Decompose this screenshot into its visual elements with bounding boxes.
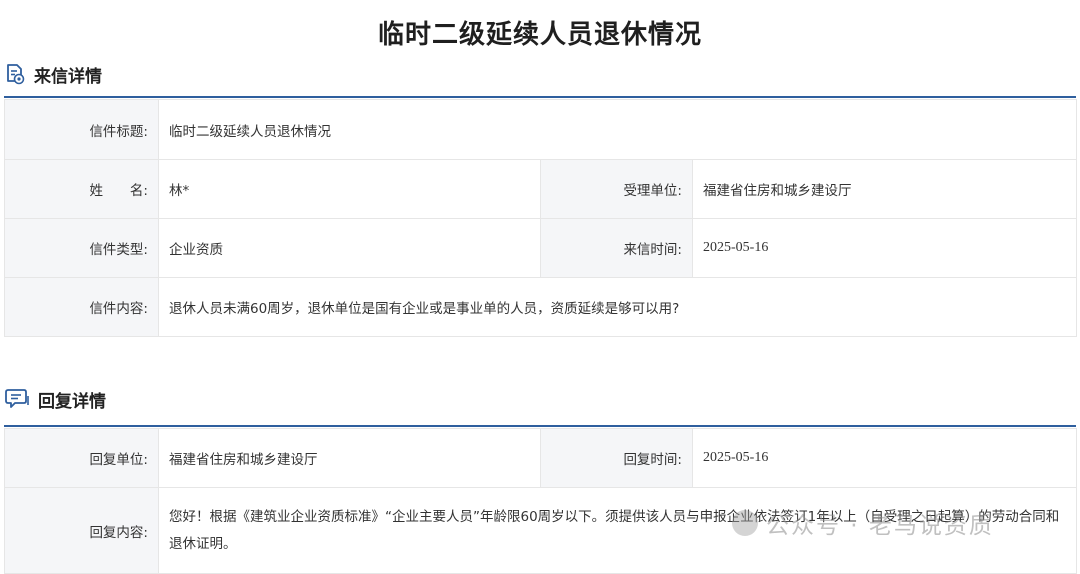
content-row: 信件内容: 退休人员未满60周岁，退休单位是国有企业或是事业单的人员，资质延续是… [4,277,1077,337]
name-unit-row: 姓 名: 林* 受理单位: 福建省住房和城乡建设厅 [4,159,1077,219]
reply-content-row: 回复内容: 您好！根据《建筑业企业资质标准》“企业主要人员”年龄限60周岁以下。… [4,487,1077,574]
letter-content-value: 退休人员未满60周岁，退休单位是国有企业或是事业单的人员，资质延续是够可以用? [158,277,1077,337]
reply-section-divider [4,425,1076,427]
accepting-unit-label: 受理单位: [540,159,693,219]
letter-content-label: 信件内容: [4,277,159,337]
reply-unit-time-row: 回复单位: 福建省住房和城乡建设厅 回复时间: 2025-05-16 [4,428,1077,488]
page-title: 临时二级延续人员退休情况 [377,20,702,50]
reply-time-label: 回复时间: [540,428,693,488]
letter-time-value: 2025-05-16 [692,218,1077,278]
letter-type-value: 企业资质 [158,218,541,278]
name-label: 姓 名: [4,159,159,219]
document-eye-icon [4,63,26,85]
chat-bubble-icon [4,387,30,411]
reply-content-label: 回复内容: [4,487,159,574]
type-time-row: 信件类型: 企业资质 来信时间: 2025-05-16 [4,218,1077,278]
letter-time-label: 来信时间: [540,218,693,278]
letter-section-title: 来信详情 [34,66,102,87]
accepting-unit-value: 福建省住房和城乡建设厅 [692,159,1077,219]
letter-section-header: 来信详情 [4,60,102,88]
reply-unit-value: 福建省住房和城乡建设厅 [158,428,541,488]
subject-value: 临时二级延续人员退休情况 [158,99,1077,160]
subject-label: 信件标题: [4,99,159,160]
reply-content-value: 您好！根据《建筑业企业资质标准》“企业主要人员”年龄限60周岁以下。须提供该人员… [158,487,1077,574]
name-value: 林* [158,159,541,219]
reply-details-table: 回复单位: 福建省住房和城乡建设厅 回复时间: 2025-05-16 回复内容:… [4,428,1077,574]
reply-time-value: 2025-05-16 [692,428,1077,488]
reply-section-header: 回复详情 [4,385,106,413]
subject-row: 信件标题: 临时二级延续人员退休情况 [4,99,1077,160]
reply-section-title: 回复详情 [38,391,106,412]
letter-type-label: 信件类型: [4,218,159,278]
letter-section-divider [4,96,1076,98]
letter-details-table: 信件标题: 临时二级延续人员退休情况 姓 名: 林* 受理单位: 福建省住房和城… [4,99,1077,337]
reply-unit-label: 回复单位: [4,428,159,488]
